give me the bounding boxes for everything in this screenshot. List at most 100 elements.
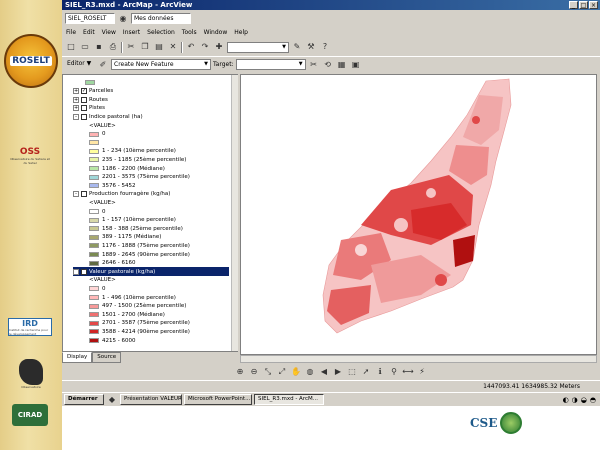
legend-field[interactable]: Mes données (131, 13, 191, 24)
copy-icon[interactable]: ❐ (139, 41, 151, 53)
identify-icon[interactable]: ℹ (374, 366, 386, 378)
decorative-strip: ROSELT OSS Observatoire du Sahara et du … (0, 0, 224, 450)
map-view[interactable] (240, 74, 597, 355)
forward-extent-icon[interactable]: ▶ (332, 366, 344, 378)
taskbar-item-active[interactable]: SIEL_R3.mxd - ArcM... (254, 394, 324, 405)
taskbar: Démarrer ◆ Présentation VALEUR... Micros… (62, 392, 600, 406)
expand-collapse-icon[interactable]: + (73, 105, 79, 112)
toc-legend-class[interactable]: 4215 - 6000 (89, 336, 135, 345)
cut-icon[interactable]: ✂ (125, 41, 137, 53)
pan-icon[interactable]: ✋ (290, 366, 302, 378)
editor-toolbar: Editor ▼ ✐ Create New Feature ▼ Target: … (62, 56, 600, 72)
print-icon[interactable]: ⎙ (107, 41, 119, 53)
toc-label: 1 - 496 (10ème percentile) (102, 294, 176, 301)
editor-menu[interactable]: Editor ▼ (65, 59, 95, 70)
new-document-icon[interactable]: □ (65, 41, 77, 53)
maximize-button[interactable]: □ (579, 1, 588, 9)
layer-visibility-checkbox[interactable] (81, 105, 87, 112)
full-extent-icon[interactable]: ◍ (304, 366, 316, 378)
zoom-in-icon[interactable]: ⊕ (234, 366, 246, 378)
legend-swatch (89, 252, 99, 257)
map-patch (435, 274, 447, 286)
attributes-icon[interactable]: ▦ (336, 59, 348, 71)
map-scale-dropdown[interactable]: ▼ (227, 41, 289, 53)
back-extent-icon[interactable]: ◀ (318, 366, 330, 378)
tray-icon[interactable]: ◒ (581, 396, 587, 404)
toc-label: 3588 - 4214 (90ème percentile) (102, 328, 190, 335)
start-button[interactable]: Démarrer (64, 394, 104, 405)
tab-source[interactable]: Source (92, 352, 122, 363)
map-patch (355, 244, 367, 256)
expand-collapse-icon[interactable]: + (73, 88, 79, 95)
legend-swatch (89, 131, 99, 137)
zoom-out-icon[interactable]: ⊖ (248, 366, 260, 378)
undo-icon[interactable]: ↶ (185, 41, 197, 53)
expand-collapse-icon[interactable]: - (73, 191, 79, 198)
menu-file[interactable]: File (66, 29, 76, 36)
toc-scrollbar[interactable] (231, 75, 238, 351)
menu-window[interactable]: Window (204, 29, 228, 36)
minimize-button[interactable]: _ (569, 1, 578, 9)
toc-label: <VALUE> (89, 122, 116, 129)
add-data-icon[interactable]: ✚ (213, 41, 225, 53)
close-button[interactable]: × (589, 1, 598, 9)
document-bar: SIEL_ROSELT ◉ Mes données (62, 11, 600, 26)
menu-view[interactable]: View (102, 29, 116, 36)
sketch-tool-icon[interactable]: ✐ (97, 59, 109, 71)
delete-icon[interactable]: ✕ (167, 41, 179, 53)
expand-collapse-icon[interactable]: - (73, 268, 79, 275)
taskbar-item[interactable]: Présentation VALEUR... (120, 394, 182, 405)
expand-collapse-icon[interactable]: + (73, 96, 79, 103)
legend-swatch (89, 217, 99, 223)
expand-collapse-icon[interactable]: - (73, 113, 79, 120)
sketch-properties-icon[interactable]: ▣ (350, 59, 362, 71)
layer-visibility-checkbox[interactable]: ✓ (81, 268, 87, 275)
menu-edit[interactable]: Edit (83, 29, 95, 36)
open-folder-icon[interactable]: ▭ (79, 41, 91, 53)
find-icon[interactable]: ⚲ (388, 366, 400, 378)
fixed-zoom-out-icon[interactable]: ⤢ (276, 366, 288, 378)
menu-insert[interactable]: Insert (123, 29, 140, 36)
quicklaunch-icon[interactable]: ◆ (106, 394, 118, 406)
project-field[interactable]: SIEL_ROSELT (65, 13, 115, 24)
target-dropdown[interactable]: ▼ (235, 59, 306, 70)
rotate-tool-icon[interactable]: ⟲ (322, 59, 334, 71)
status-bar: 1447093.41 1634985.32 Meters (62, 380, 600, 391)
task-dropdown[interactable]: Create New Feature ▼ (111, 59, 211, 70)
tab-display[interactable]: Display (62, 352, 93, 363)
paste-icon[interactable]: ▤ (153, 41, 165, 53)
toc-layer[interactable]: - Production fourragère (kg/ha) (73, 190, 170, 199)
measure-icon[interactable]: ⟷ (402, 366, 414, 378)
arctoolbox-icon[interactable]: ⚒ (305, 41, 317, 53)
fixed-zoom-in-icon[interactable]: ⤡ (262, 366, 274, 378)
select-elements-icon[interactable]: ➚ (360, 366, 372, 378)
layer-visibility-checkbox[interactable] (81, 113, 87, 120)
menu-selection[interactable]: Selection (147, 29, 175, 36)
legend-swatch (89, 320, 99, 326)
legend-swatch (89, 234, 99, 240)
legend-swatch (89, 312, 99, 318)
hyperlink-icon[interactable]: ⚡ (416, 366, 428, 378)
select-features-icon[interactable]: ⬚ (346, 366, 358, 378)
legend-swatch (85, 80, 95, 85)
map-scrollbar[interactable] (240, 355, 597, 363)
layer-visibility-checkbox[interactable] (81, 96, 87, 103)
roselt-logo: ROSELT (4, 34, 58, 88)
globe-icon[interactable]: ◉ (117, 13, 129, 25)
save-icon[interactable]: ▪ (93, 41, 105, 53)
help-icon[interactable]: ? (319, 41, 331, 53)
tray-icon[interactable]: ◐ (563, 396, 569, 404)
redo-icon[interactable]: ↷ (199, 41, 211, 53)
layer-visibility-checkbox[interactable] (81, 191, 87, 198)
toc-label: 1186 - 2200 (Médiane) (102, 165, 165, 172)
split-tool-icon[interactable]: ✂ (308, 59, 320, 71)
tray-icon[interactable]: ◑ (572, 396, 578, 404)
taskbar-item[interactable]: Microsoft PowerPoint... (184, 394, 252, 405)
layer-visibility-checkbox[interactable]: ✓ (81, 88, 87, 95)
menu-help[interactable]: Help (234, 29, 248, 36)
toc-label: 2201 - 3575 (75ème percentile) (102, 174, 190, 181)
tray-icon[interactable]: ◓ (590, 396, 596, 404)
editor-toolbar-icon[interactable]: ✎ (291, 41, 303, 53)
oss-logo: OSS Observatoire du Sahara et du Sahel (10, 110, 224, 219)
menu-tools[interactable]: Tools (182, 29, 197, 36)
